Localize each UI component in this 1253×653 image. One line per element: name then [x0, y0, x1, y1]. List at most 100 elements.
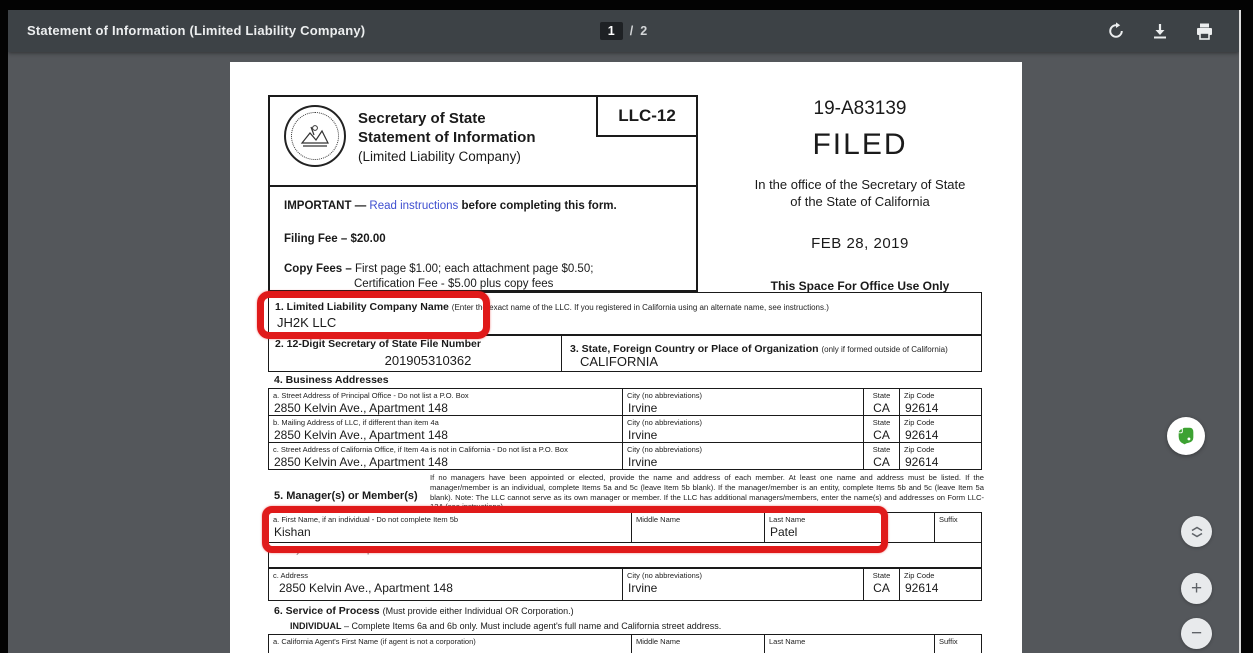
section6-title-text: 6. Service of Process [274, 605, 383, 617]
city-cell: City (no abbreviations) Irvine [622, 389, 863, 415]
individual-text: – Complete Items 6a and 6b only. Must in… [342, 621, 722, 631]
stamp-office-line2: of the State of California [700, 193, 1020, 210]
viewer-canvas[interactable]: Secretary of State Statement of Informat… [8, 52, 1239, 653]
state-label: State [864, 445, 899, 454]
file-number-value: 201905310362 [269, 353, 561, 368]
state-cell: State CA [863, 443, 899, 469]
print-icon[interactable] [1193, 20, 1215, 42]
download-icon[interactable] [1149, 20, 1171, 42]
fit-to-page-button[interactable] [1181, 516, 1212, 547]
address-row-4b: b. Mailing Address of LLC, if different … [268, 415, 982, 443]
suffix-cell: Suffix [934, 513, 983, 542]
address-value: 2850 Kelvin Ave., Apartment 148 [279, 581, 453, 595]
state-label: State [864, 571, 899, 580]
middle-name-label: Middle Name [636, 637, 680, 646]
city-cell: City (no abbreviations) Irvine [622, 443, 863, 469]
section3-organization-cell: 3. State, Foreign Country or Place of Or… [562, 336, 981, 371]
copy-fees-line: Copy Fees – First page $1.00; each attac… [284, 263, 593, 275]
zoom-out-button[interactable]: − [1181, 618, 1212, 649]
street-cell: c. Street Address of California Office, … [269, 443, 622, 469]
suffix-label: Suffix [939, 637, 958, 646]
highlight-manager-name [262, 506, 888, 553]
zip-cell: Zip Code 92614 [899, 443, 983, 469]
zoom-in-button[interactable]: + [1181, 573, 1212, 604]
stamp-date: FEB 28, 2019 [700, 235, 1020, 252]
form-number-box: LLC-12 [596, 95, 698, 137]
filed-stamp: FILED [700, 128, 1020, 162]
state-value: CA [864, 581, 899, 595]
section2-file-number-cell: 2. 12-Digit Secretary of State File Numb… [269, 336, 562, 371]
agent-first-name-cell: a. California Agent's First Name (if age… [269, 635, 631, 653]
city-label: City (no abbreviations) [627, 418, 702, 427]
fit-screen-icon [1190, 525, 1204, 539]
important-line: IMPORTANT — Read instructions before com… [284, 200, 617, 212]
street-cell: a. Street Address of Principal Office - … [269, 389, 622, 415]
organization-state-value: CALIFORNIA [580, 354, 658, 369]
city-label: City (no abbreviations) [627, 391, 702, 400]
street-label: c. Street Address of California Office, … [273, 445, 568, 454]
evernote-icon [1175, 425, 1197, 447]
agent-first-name-label: a. California Agent's First Name (if age… [273, 637, 476, 646]
see-instructions-link[interactable]: see instructions [768, 303, 824, 312]
toolbar-actions [1105, 10, 1215, 52]
zip-value: 92614 [905, 428, 938, 442]
street-label: b. Mailing Address of LLC, if different … [273, 418, 439, 427]
form-title: Statement of Information [358, 128, 536, 147]
state-label: State [864, 391, 899, 400]
agent-name-row-6a: a. California Agent's First Name (if age… [268, 634, 982, 653]
stamp-file-number: 19-A83139 [700, 98, 1020, 120]
section6-hint: (Must provide either Individual OR Corpo… [383, 606, 574, 616]
state-cell: State CA [863, 569, 899, 600]
city-value: Irvine [628, 581, 657, 595]
section4-title: 4. Business Addresses [274, 374, 389, 386]
form-header-box: Secretary of State Statement of Informat… [268, 95, 698, 187]
office-use-only-label: This Space For Office Use Only [700, 279, 1020, 293]
stamp-office-text: In the office of the Secretary of State … [700, 176, 1020, 210]
last-name-label: Last Name [769, 637, 805, 646]
zip-value: 92614 [905, 455, 938, 469]
street-cell: b. Mailing Address of LLC, if different … [269, 416, 622, 442]
pdf-page: Secretary of State Statement of Informat… [230, 62, 1022, 653]
street-value: 2850 Kelvin Ave., Apartment 148 [274, 428, 448, 442]
city-label: City (no abbreviations) [627, 571, 702, 580]
city-label: City (no abbreviations) [627, 445, 702, 454]
middle-name-cell: Middle Name [631, 635, 764, 653]
section3-hint: (only if formed outside of California) [821, 345, 947, 354]
state-value: CA [864, 401, 899, 415]
form-header-text: Secretary of State Statement of Informat… [358, 109, 536, 166]
read-instructions-link[interactable]: Read instructions [369, 200, 458, 212]
pdf-viewer: Statement of Information (Limited Liabil… [8, 10, 1239, 653]
zip-label: Zip Code [904, 391, 934, 400]
rotate-icon[interactable] [1105, 20, 1127, 42]
last-name-cell: Last Name [764, 635, 934, 653]
state-cell: State CA [863, 389, 899, 415]
certification-fee-line: Certification Fee - $5.00 plus copy fees [354, 278, 553, 290]
highlight-llc-name [257, 291, 490, 339]
state-value: CA [864, 428, 899, 442]
california-state-seal-icon [284, 105, 346, 167]
zip-value: 92614 [905, 401, 938, 415]
state-label: State [864, 418, 899, 427]
city-value: Irvine [628, 428, 657, 442]
copy-fees-text: First page $1.00; each attachment page $… [355, 263, 593, 275]
viewer-toolbar: Statement of Information (Limited Liabil… [8, 10, 1239, 52]
section6-title: 6. Service of Process (Must provide eith… [274, 605, 574, 617]
zip-cell: Zip Code 92614 [899, 389, 983, 415]
city-cell: City (no abbreviations) Irvine [622, 416, 863, 442]
zip-label: Zip Code [904, 571, 934, 580]
stamp-office-line1: In the office of the Secretary of State [700, 176, 1020, 193]
section1-hint-suffix: .) [824, 303, 829, 312]
individual-label: INDIVIDUAL [290, 621, 342, 631]
section5-title: 5. Manager(s) or Member(s) [274, 490, 418, 502]
address-cell: c. Address 2850 Kelvin Ave., Apartment 1… [269, 569, 622, 600]
manager-address-row-5c: c. Address 2850 Kelvin Ave., Apartment 1… [268, 568, 982, 601]
street-value: 2850 Kelvin Ave., Apartment 148 [274, 401, 448, 415]
evernote-clipper-button[interactable] [1167, 417, 1205, 455]
page-separator: / [630, 24, 633, 38]
important-suffix: before completing this form. [458, 200, 616, 212]
state-cell: State CA [863, 416, 899, 442]
city-cell: City (no abbreviations) Irvine [622, 569, 863, 600]
page-number-input[interactable]: 1 [600, 22, 623, 40]
street-value: 2850 Kelvin Ave., Apartment 148 [274, 455, 448, 469]
zip-cell: Zip Code 92614 [899, 569, 983, 600]
